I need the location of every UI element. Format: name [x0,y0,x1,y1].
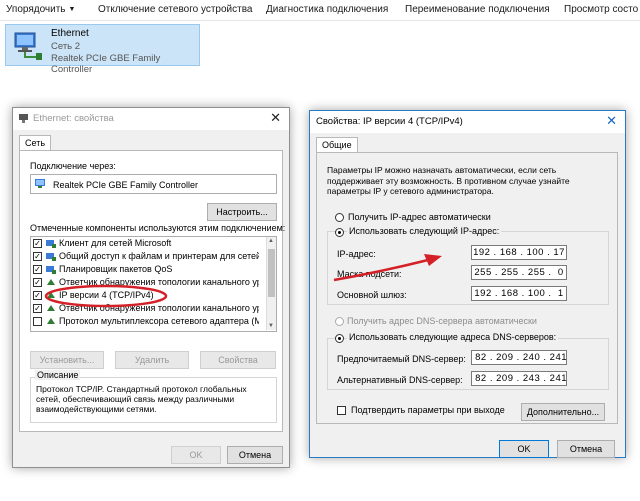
scroll-up-icon[interactable]: ▲ [268,238,274,244]
ethernet-properties-titlebar: Ethernet: свойства ✕ [13,108,289,130]
description-text: Протокол TCP/IP. Стандартный протокол гл… [36,384,247,414]
checkbox[interactable]: ✓ [33,304,42,313]
command-bar: Упорядочить ▼ Отключение сетевого устройс… [0,0,640,21]
advanced-button[interactable]: Дополнительно... [521,403,605,421]
components-scrollbar[interactable]: ▲ ▼ [266,237,276,330]
component-label: Протокол мультиплексора сетевого адаптер… [59,316,259,326]
organize-menu[interactable]: Упорядочить ▼ [6,4,75,15]
file-sharing-icon [46,253,56,261]
connect-via-label: Подключение через: [30,161,116,171]
qos-icon [46,266,56,274]
manual-ip-label: Использовать следующий IP-адрес: [347,226,502,236]
protocol-icon [47,318,55,324]
rename-button[interactable]: Переименование подключения [405,4,550,15]
adapter-network: Сеть 2 [51,41,81,52]
adapter-device: Realtek PCIe GBE Family Controller [51,53,161,75]
manual-ip-radio[interactable] [335,228,344,237]
network-icon [19,114,28,123]
network-adapter-icon [14,32,42,60]
disconnect-button[interactable]: Отключение сетевого устройства [98,4,253,15]
alternate-dns-input[interactable]: 82 . 209 . 243 . 241 [471,371,567,386]
scroll-down-icon[interactable]: ▼ [268,323,274,329]
manual-dns-radio[interactable] [335,334,344,343]
close-icon[interactable]: ✕ [270,111,281,125]
checkbox[interactable]: ✓ [33,239,42,248]
validate-checkbox[interactable] [337,406,346,415]
checkbox[interactable]: ✓ [33,265,42,274]
organize-label: Упорядочить [6,4,66,15]
ok-button[interactable]: OK [171,446,221,464]
chevron-down-icon: ▼ [68,6,76,13]
checkbox[interactable] [33,317,42,326]
checkbox[interactable]: ✓ [33,291,42,300]
diagnose-button[interactable]: Диагностика подключения [266,4,388,15]
view-status-button[interactable]: Просмотр состо [564,4,638,15]
highlight-ellipse [44,284,168,308]
adapter-field-value: Realtek PCIe GBE Family Controller [53,180,199,190]
list-item[interactable]: ✓ Планировщик пакетов QoS [33,264,259,277]
manual-dns-label: Использовать следующие адреса DNS-сервер… [347,332,559,342]
validate-label: Подтвердить параметры при выходе [351,405,505,415]
configure-button[interactable]: Настроить... [207,203,277,221]
list-item[interactable]: ✓ Клиент для сетей Microsoft [33,238,259,251]
checkbox[interactable]: ✓ [33,252,42,261]
adapter-field: Realtek PCIe GBE Family Controller [30,174,277,194]
auto-ip-radio[interactable] [335,213,344,222]
component-label: Планировщик пакетов QoS [59,264,173,274]
ethernet-properties-dialog: Ethernet: свойства ✕ Сеть Подключение че… [12,107,290,468]
ipv4-properties-titlebar: Свойства: IP версии 4 (TCP/IPv4) ✕ [310,111,625,133]
annotation-arrow [333,254,442,282]
checkbox[interactable]: ✓ [33,278,42,287]
ethernet-properties-title: Ethernet: свойства [33,113,114,124]
component-label: Клиент для сетей Microsoft [59,238,172,248]
ip-address-input[interactable]: 192 . 168 . 100 . 17 [471,245,567,260]
auto-dns-label: Получить адрес DNS-сервера автоматически [347,316,537,326]
cancel-button[interactable]: Отмена [227,446,283,464]
tab-network[interactable]: Сеть [19,135,52,151]
alternate-dns-label: Альтернативный DNS-сервер: [337,375,463,385]
auto-dns-radio[interactable] [335,317,344,326]
properties-button[interactable]: Свойства [200,351,276,369]
preferred-dns-input[interactable]: 82 . 209 . 240 . 241 [471,350,567,365]
preferred-dns-label: Предпочитаемый DNS-сервер: [337,354,466,364]
component-label: Общий доступ к файлам и принтерам для се… [59,251,259,261]
gateway-input[interactable]: 192 . 168 . 100 . 1 [471,286,567,301]
adapter-name: Ethernet [51,28,89,39]
subnet-mask-input[interactable]: 255 . 255 . 255 . 0 [471,265,567,280]
list-item[interactable]: ✓ Общий доступ к файлам и принтерам для … [33,251,259,264]
close-icon[interactable]: ✕ [606,114,617,128]
ok-button[interactable]: OK [499,440,549,458]
auto-ip-label: Получить IP-адрес автоматически [348,212,491,222]
scrollbar-thumb[interactable] [268,249,275,297]
network-client-icon [46,240,56,248]
ipv4-properties-title: Свойства: IP версии 4 (TCP/IPv4) [316,116,463,127]
components-label: Отмеченные компоненты используются этим … [30,223,286,233]
adapter-icon [35,179,45,188]
remove-button[interactable]: Удалить [115,351,189,369]
intro-text: Параметры IP можно назначать автоматичес… [327,165,570,196]
description-label: Описание [35,370,81,380]
list-item[interactable]: Протокол мультиплексора сетевого адаптер… [33,316,259,329]
gateway-label: Основной шлюз: [337,290,407,300]
cancel-button[interactable]: Отмена [557,440,615,458]
tab-general[interactable]: Общие [316,137,358,153]
install-button[interactable]: Установить... [30,351,104,369]
adapter-tile-ethernet[interactable]: Ethernet Сеть 2 Realtek PCIe GBE Family … [5,24,200,75]
